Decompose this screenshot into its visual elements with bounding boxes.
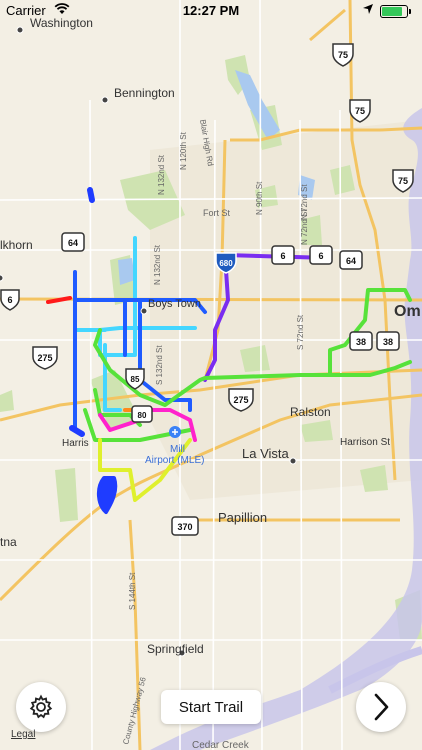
svg-text:64: 64 <box>346 256 356 266</box>
svg-text:75: 75 <box>338 50 348 60</box>
svg-text:370: 370 <box>177 522 192 532</box>
next-button[interactable] <box>356 682 406 732</box>
status-bar: Carrier 12:27 PM <box>0 0 422 22</box>
shield-us6-mid: 6 <box>271 245 295 265</box>
svg-text:75: 75 <box>355 106 365 116</box>
shield-hwy370: 370 <box>171 516 199 536</box>
svg-text:6: 6 <box>7 295 12 305</box>
settings-button[interactable] <box>16 682 66 732</box>
road-n90: N 90th St <box>255 181 264 215</box>
map-view[interactable]: Washington Bennington lkhorn Boys Town R… <box>0 0 422 750</box>
svg-text:680: 680 <box>219 259 233 268</box>
svg-text:275: 275 <box>37 353 52 363</box>
place-airport-1: Mill <box>170 444 185 455</box>
trail-dark-blue-2 <box>87 187 95 203</box>
shield-us6-right: 6 <box>309 245 333 265</box>
place-springfield: Springfield <box>147 642 204 656</box>
road-s144: S 144th St <box>128 572 137 610</box>
road-s132: S 132nd St <box>155 345 164 385</box>
clock: 12:27 PM <box>182 3 240 18</box>
legal-link[interactable]: Legal <box>11 729 35 740</box>
place-bennington: Bennington <box>114 86 175 100</box>
place-papillion: Papillion <box>218 510 267 525</box>
svg-text:275: 275 <box>233 395 248 405</box>
road-n132: N 132nd St <box>157 154 166 195</box>
place-gretna: tna <box>0 535 17 549</box>
svg-text:75: 75 <box>398 176 408 186</box>
battery-icon <box>380 5 411 18</box>
place-boys-town: Boys Town <box>148 298 201 310</box>
start-trail-button[interactable]: Start Trail <box>161 690 261 724</box>
chevron-right-icon <box>374 693 389 721</box>
svg-text:38: 38 <box>356 337 366 347</box>
shield-hwy64-right: 64 <box>339 250 363 270</box>
svg-text:64: 64 <box>68 238 78 248</box>
svg-text:6: 6 <box>280 251 285 261</box>
shield-hwy64-left: 64 <box>61 232 85 252</box>
svg-text:80: 80 <box>138 411 147 420</box>
shield-i80: 80 <box>131 405 153 423</box>
road-s72: S 72nd St <box>296 314 305 350</box>
start-trail-label: Start Trail <box>178 698 244 716</box>
place-ralston: Ralston <box>290 405 331 419</box>
svg-text:85: 85 <box>131 375 140 384</box>
place-omaha: Om <box>394 303 421 320</box>
location-arrow-icon <box>363 4 373 14</box>
shield-hwy38-a: 38 <box>349 331 373 351</box>
place-harrison-st: Harrison St <box>340 437 390 448</box>
svg-text:6: 6 <box>318 251 323 261</box>
road-n72b: N 72nd St <box>300 209 309 245</box>
place-elkhorn: lkhorn <box>0 238 33 252</box>
svg-text:38: 38 <box>383 337 393 347</box>
road-n120: N 120th St <box>179 131 188 170</box>
place-airport-2: Airport (MLE) <box>145 455 204 466</box>
road-cedar-creek: Cedar Creek <box>192 740 250 750</box>
place-fort-st: Fort St <box>203 208 231 218</box>
shield-hwy38-b: 38 <box>376 331 400 351</box>
gear-icon <box>29 694 53 719</box>
place-harrison: Harris <box>62 438 89 449</box>
place-la-vista: La Vista <box>242 446 290 461</box>
road-n132-b: N 132nd St <box>153 244 162 285</box>
